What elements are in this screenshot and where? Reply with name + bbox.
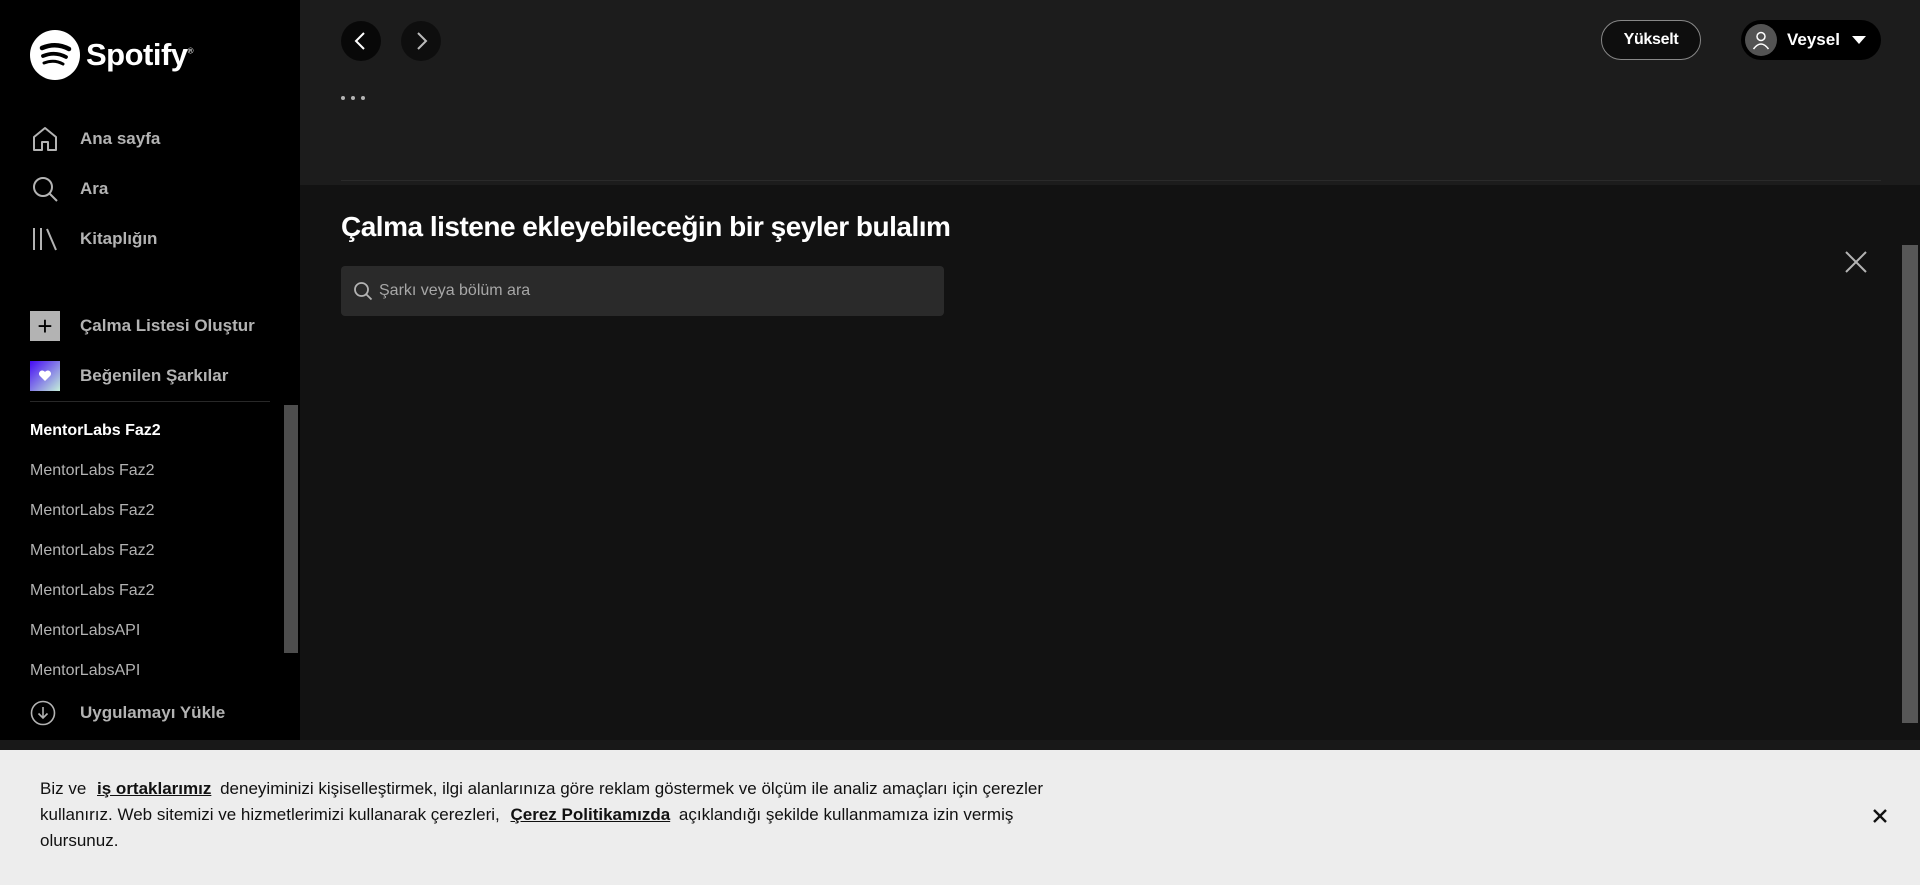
close-search-button[interactable] bbox=[1841, 247, 1871, 277]
playlist-item[interactable]: MentorLabsAPI bbox=[30, 651, 270, 691]
caret-down-icon bbox=[1851, 36, 1866, 44]
cookie-text: Biz ve iş ortaklarımız deneyiminizi kişi… bbox=[40, 776, 1060, 854]
user-menu-button[interactable]: Veysel bbox=[1741, 20, 1881, 60]
nav-item-home[interactable]: Ana sayfa bbox=[30, 114, 270, 164]
find-section-title: Çalma listene ekleyebileceğin bir şeyler… bbox=[341, 211, 951, 242]
now-playing-bar bbox=[0, 740, 1920, 750]
search-icon bbox=[354, 282, 373, 301]
library-icon bbox=[30, 224, 60, 254]
liked-songs-link[interactable]: Beğenilen Şarkılar bbox=[30, 351, 270, 401]
nav-item-search[interactable]: Ara bbox=[30, 164, 270, 214]
playlist-list: MentorLabs Faz2 MentorLabs Faz2 MentorLa… bbox=[30, 411, 270, 691]
main-scrollbar[interactable] bbox=[1902, 245, 1918, 723]
playlist-item[interactable]: MentorLabs Faz2 bbox=[30, 571, 270, 611]
search-input[interactable] bbox=[379, 282, 939, 300]
main-nav: Ana sayfa Ara Kitaplığın bbox=[30, 114, 270, 264]
forward-button[interactable] bbox=[401, 21, 441, 61]
chevron-right-icon bbox=[417, 32, 428, 50]
create-playlist-button[interactable]: + Çalma Listesi Oluştur bbox=[30, 301, 270, 351]
nav-item-label: Kitaplığın bbox=[80, 229, 158, 248]
spotify-wordmark: Spotify® bbox=[86, 37, 194, 72]
spotify-logo-icon bbox=[30, 30, 80, 80]
close-icon bbox=[1873, 809, 1887, 823]
playlist-item[interactable]: MentorLabs Faz2 bbox=[30, 411, 270, 451]
playlist-item[interactable]: MentorLabs Faz2 bbox=[30, 531, 270, 571]
user-icon bbox=[1745, 24, 1777, 56]
back-button[interactable] bbox=[341, 21, 381, 61]
cookie-policy-link[interactable]: Çerez Politikamızda bbox=[511, 805, 671, 824]
chevron-left-icon bbox=[354, 32, 365, 50]
upgrade-button[interactable]: Yükselt bbox=[1601, 20, 1701, 60]
partners-link[interactable]: iş ortaklarımız bbox=[97, 779, 211, 798]
dot bbox=[351, 96, 355, 100]
playlist-item[interactable]: MentorLabs Faz2 bbox=[30, 491, 270, 531]
nav-item-label: Ana sayfa bbox=[80, 129, 161, 148]
spotify-logo[interactable]: Spotify® bbox=[30, 30, 194, 80]
main-view: Yükselt Veysel Çalma listene ekleyebilec… bbox=[300, 0, 1920, 740]
cookie-banner: Biz ve iş ortaklarımız deneyiminizi kişi… bbox=[0, 750, 1920, 885]
home-icon bbox=[30, 124, 60, 154]
heart-icon bbox=[30, 361, 60, 391]
nav-item-library[interactable]: Kitaplığın bbox=[30, 214, 270, 264]
dot bbox=[361, 96, 365, 100]
install-app-button[interactable]: Uygulamayı Yükle bbox=[30, 700, 225, 726]
download-icon bbox=[30, 700, 56, 726]
playlist-item[interactable]: MentorLabs Faz2 bbox=[30, 451, 270, 491]
cookie-text-part: Biz ve bbox=[40, 779, 87, 798]
dot bbox=[341, 96, 345, 100]
search-field[interactable] bbox=[341, 266, 944, 316]
plus-icon: + bbox=[30, 311, 60, 341]
close-icon bbox=[1845, 251, 1867, 273]
cookie-close-button[interactable] bbox=[1868, 804, 1892, 828]
user-name: Veysel bbox=[1787, 30, 1840, 49]
liked-songs-label: Beğenilen Şarkılar bbox=[80, 366, 229, 385]
search-icon bbox=[30, 174, 60, 204]
sidebar-scrollbar[interactable] bbox=[284, 405, 298, 653]
create-section: + Çalma Listesi Oluştur Beğenilen Şarkıl… bbox=[30, 301, 270, 401]
install-app-label: Uygulamayı Yükle bbox=[80, 703, 226, 722]
sidebar-divider bbox=[30, 401, 270, 402]
nav-item-label: Ara bbox=[80, 179, 109, 198]
sidebar: Spotify® Ana sayfa Ara Kitaplığın + Çalm… bbox=[0, 0, 300, 740]
playlist-item[interactable]: MentorLabsAPI bbox=[30, 611, 270, 651]
more-options-button[interactable] bbox=[341, 88, 381, 108]
create-playlist-label: Çalma Listesi Oluştur bbox=[80, 316, 255, 335]
section-divider bbox=[341, 180, 1881, 181]
